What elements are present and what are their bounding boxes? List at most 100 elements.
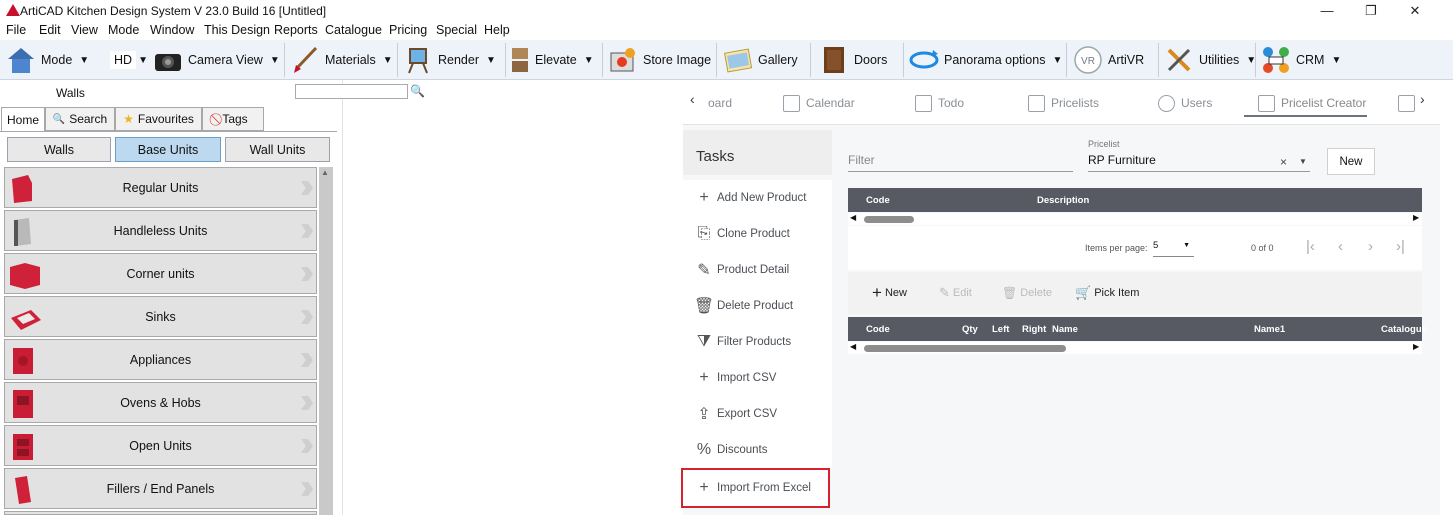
scroll-right-icon[interactable]: ▶: [1413, 213, 1419, 222]
new-pricelist-button[interactable]: New: [1327, 148, 1375, 175]
items-per-page-label: Items per page:: [1085, 243, 1148, 253]
unit-item[interactable]: Regular Units: [4, 167, 317, 208]
minimize-button[interactable]: —: [1304, 0, 1350, 22]
task-import-from-excel[interactable]: + Import From Excel: [681, 468, 830, 508]
category-base-units[interactable]: Base Units: [115, 137, 221, 162]
column-left[interactable]: Left: [992, 324, 1009, 335]
tab-todo[interactable]: Todo: [915, 89, 964, 117]
cart-icon: 🛒: [1075, 285, 1092, 300]
tab-users[interactable]: Users: [1158, 89, 1212, 117]
close-button[interactable]: ✕: [1392, 0, 1438, 22]
delete-item-button[interactable]: 🗑 Delete: [1002, 283, 1052, 303]
menu-view[interactable]: View: [71, 23, 98, 37]
menu-pricing[interactable]: Pricing: [389, 23, 427, 37]
unit-item[interactable]: Fillers / End Panels: [4, 468, 317, 509]
tab-overflow[interactable]: [1398, 89, 1421, 117]
scroll-up-icon[interactable]: ▲: [321, 168, 329, 177]
panorama-options-button[interactable]: Panorama options ▼: [909, 43, 1062, 77]
tab-favourites[interactable]: ★ Favourites: [115, 107, 202, 131]
column-right[interactable]: Right: [1022, 324, 1046, 335]
tab-dashboard[interactable]: oard: [708, 89, 732, 117]
task-add-new-product[interactable]: + Add New Product: [683, 180, 832, 216]
search-icon[interactable]: 🔍: [410, 84, 425, 98]
menu-this-design[interactable]: This Design: [204, 23, 270, 37]
products-grid-scrollbar[interactable]: ◀ ▶: [848, 213, 1422, 225]
new-item-button[interactable]: + New: [872, 283, 907, 303]
edit-item-button[interactable]: ✎ Edit: [939, 283, 972, 303]
unit-item[interactable]: Ovens & Hobs: [4, 382, 317, 423]
artivr-button[interactable]: VR ArtiVR: [1073, 43, 1144, 77]
task-filter-products[interactable]: ⧩ Filter Products: [683, 324, 832, 360]
menu-catalogue[interactable]: Catalogue: [325, 23, 382, 37]
gallery-button[interactable]: Gallery: [723, 43, 798, 77]
scroll-thumb[interactable]: [864, 345, 1066, 352]
doors-button[interactable]: Doors: [819, 43, 887, 77]
last-page-icon[interactable]: ›|: [1396, 238, 1405, 255]
unit-item[interactable]: Handleless Units: [4, 210, 317, 251]
unit-item[interactable]: Sinks: [4, 296, 317, 337]
scroll-thumb[interactable]: [864, 216, 914, 223]
task-export-csv[interactable]: ⇪ Export CSV: [683, 396, 832, 432]
column-description[interactable]: Description: [1037, 195, 1089, 206]
store-image-button[interactable]: Store Image: [608, 43, 711, 77]
utilities-button[interactable]: Utilities ▼: [1164, 43, 1256, 77]
crm-button[interactable]: CRM ▼: [1261, 43, 1341, 77]
next-page-icon[interactable]: ›: [1368, 238, 1373, 255]
scroll-left-icon[interactable]: ◀: [850, 342, 856, 351]
chevron-down-icon[interactable]: ▼: [1299, 157, 1307, 166]
tab-pricelist-creator[interactable]: Pricelist Creator: [1258, 89, 1366, 117]
clear-icon[interactable]: ×: [1280, 155, 1287, 169]
previous-page-icon[interactable]: ‹: [1338, 238, 1343, 255]
category-walls[interactable]: Walls: [7, 137, 111, 162]
column-code[interactable]: Code: [866, 195, 890, 206]
scroll-right-icon[interactable]: ▶: [1413, 342, 1419, 351]
task-discounts[interactable]: % Discounts: [683, 432, 832, 468]
task-import-csv[interactable]: + Import CSV: [683, 360, 832, 396]
items-per-page-select[interactable]: 5 ▼: [1153, 240, 1194, 257]
maximize-button[interactable]: ❐: [1348, 0, 1394, 22]
materials-button[interactable]: Materials ▼: [290, 43, 393, 77]
task-delete-product[interactable]: 🗑 Delete Product: [683, 288, 832, 324]
unit-item[interactable]: Corner units: [4, 253, 317, 294]
menu-edit[interactable]: Edit: [39, 23, 61, 37]
unit-item[interactable]: Open Units: [4, 425, 317, 466]
items-grid-scrollbar[interactable]: ◀ ▶: [848, 342, 1422, 354]
render-button[interactable]: Render ▼: [403, 43, 496, 77]
pick-item-button[interactable]: 🛒 Pick Item: [1075, 283, 1139, 303]
column-catalogue[interactable]: Catalogue: [1381, 324, 1427, 335]
menu-file[interactable]: File: [6, 23, 26, 37]
active-tab-indicator: [1244, 115, 1367, 117]
tab-home[interactable]: Home: [1, 107, 45, 132]
menu-help[interactable]: Help: [484, 23, 510, 37]
camera-view-button[interactable]: Camera View ▼: [153, 43, 280, 77]
hd-select[interactable]: HD ▼: [110, 43, 148, 77]
chevron-down-icon: ▼: [138, 54, 148, 66]
first-page-icon[interactable]: |‹: [1306, 238, 1315, 255]
catalogue-search-input[interactable]: [295, 84, 408, 99]
mode-button[interactable]: Mode ▼: [6, 43, 89, 77]
unit-item[interactable]: Appliances: [4, 339, 317, 380]
column-name1[interactable]: Name1: [1254, 324, 1285, 335]
tab-search[interactable]: 🔍 Search: [45, 107, 115, 131]
category-wall-units[interactable]: Wall Units: [225, 137, 330, 162]
menu-reports[interactable]: Reports: [274, 23, 318, 37]
column-code[interactable]: Code: [866, 324, 890, 335]
menu-mode[interactable]: Mode: [108, 23, 139, 37]
pricelist-select[interactable]: RP Furniture: [1088, 153, 1310, 172]
tab-scroll-left-icon[interactable]: ‹: [690, 91, 695, 107]
tab-tags[interactable]: ⃠Tags: [202, 107, 264, 131]
house-icon: [6, 45, 36, 75]
filter-input[interactable]: Filter: [848, 153, 1073, 172]
column-name[interactable]: Name: [1052, 324, 1078, 335]
tab-pricelists[interactable]: Pricelists: [1028, 89, 1099, 117]
menu-window[interactable]: Window: [150, 23, 194, 37]
task-product-detail[interactable]: ✎ Product Detail: [683, 252, 832, 288]
price-tag-icon: [1258, 94, 1275, 112]
column-qty[interactable]: Qty: [962, 324, 978, 335]
task-clone-product[interactable]: ⎘ Clone Product: [683, 216, 832, 252]
scroll-left-icon[interactable]: ◀: [850, 213, 856, 222]
tab-calendar[interactable]: Calendar: [783, 89, 855, 117]
elevate-button[interactable]: Elevate ▼: [510, 43, 594, 77]
unit-list-scrollbar[interactable]: [319, 167, 333, 515]
menu-special[interactable]: Special: [436, 23, 477, 37]
